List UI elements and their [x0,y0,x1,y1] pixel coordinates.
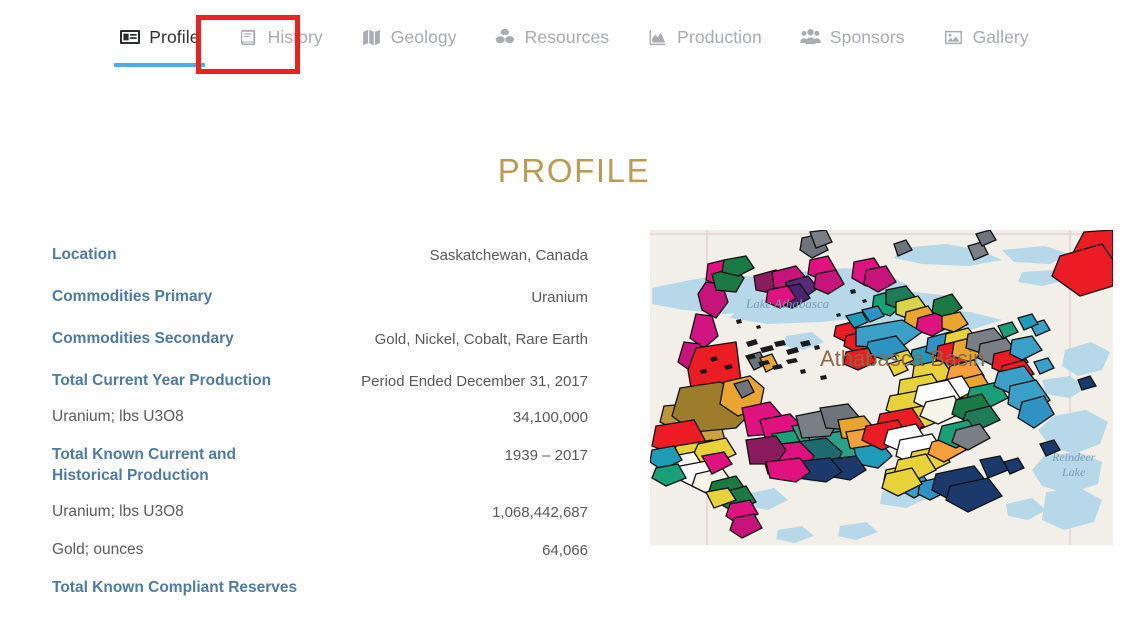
tab-label: Geology [390,26,457,47]
detail-row: Location Saskatchewan, Canada [52,244,588,266]
image-icon [943,27,964,48]
area-chart-icon [647,27,668,48]
tab-label: Resources [524,26,610,47]
tab-resources[interactable]: Resources [476,22,629,52]
tab-label: Gallery [972,26,1029,47]
tab-history[interactable]: History [219,22,342,52]
detail-label: Total Current Year Production [52,372,272,389]
map-label-reindeer-lake-second-line: Lake [1061,465,1086,479]
map-label-athabasca-basin: Athabasca Basin [820,346,985,371]
detail-label: Uranium; lbs U3O8 [52,408,184,425]
detail-value: 1,068,442,687 [492,503,588,521]
map-label-reindeer: Reindeer [1051,450,1096,464]
main-tab-nav: Profile History Geology Resources Produc… [0,0,1148,76]
detail-value: Gold, Nickel, Cobalt, Rare Earth [374,331,588,348]
detail-label: Uranium; lbs U3O8 [52,502,184,520]
detail-row: Commodities Secondary Gold, Nickel, Coba… [52,328,588,350]
detail-row: Total Known Current and Historical Produ… [52,444,588,487]
detail-value: Period Ended December 31, 2017 [361,373,588,390]
tab-production[interactable]: Production [628,22,781,52]
id-card-icon [119,27,140,48]
page-title: PROFILE [497,152,651,189]
tab-label: History [267,26,323,47]
tab-label: Sponsors [829,26,905,47]
detail-row: Uranium; lbs U3O8 34,100,000 [52,406,588,428]
users-group-icon [800,27,821,48]
detail-label: Commodities Secondary [52,330,234,347]
tab-label: Profile [149,26,200,47]
detail-row: Total Known Compliant Reserves [52,577,588,598]
tab-sponsors[interactable]: Sponsors [781,22,924,52]
detail-value: 34,100,000 [512,409,588,426]
profile-details-list: Location Saskatchewan, Canada Commoditie… [52,244,588,618]
detail-value: Saskatchewan, Canada [429,247,588,264]
detail-label: Commodities Primary [52,288,213,305]
cubes-icon [495,27,516,48]
detail-value: 64,066 [542,541,588,559]
detail-label: Location [52,246,117,263]
detail-row: Total Current Year Production Period End… [52,370,588,392]
tab-geology[interactable]: Geology [342,22,476,52]
detail-value: Uranium [531,289,588,306]
tab-gallery[interactable]: Gallery [924,22,1048,52]
tab-profile[interactable]: Profile [100,22,218,67]
detail-label: Total Known Compliant Reserves [52,578,298,596]
tab-list: Profile History Geology Resources Produc… [100,0,1048,67]
detail-row: Uranium; lbs U3O8 1,068,442,687 [52,501,588,523]
map-label-lake-athabasca: Lake Athabasca [745,296,830,311]
detail-row: Commodities Primary Uranium [52,286,588,308]
folded-map-icon [361,27,382,48]
map-graphic: Lake Athabasca Athabasca Basin Reindeer … [650,230,1113,545]
active-tab-underline [114,63,205,67]
book-icon [238,27,259,48]
athabasca-basin-claims-map[interactable]: Lake Athabasca Athabasca Basin Reindeer … [650,230,1113,545]
detail-row: Gold; ounces 64,066 [52,539,588,561]
detail-label: Total Known Current and Historical Produ… [52,446,236,485]
detail-value: 1939 – 2017 [504,447,588,464]
tab-label: Production [677,26,762,47]
detail-label: Gold; ounces [52,540,144,558]
